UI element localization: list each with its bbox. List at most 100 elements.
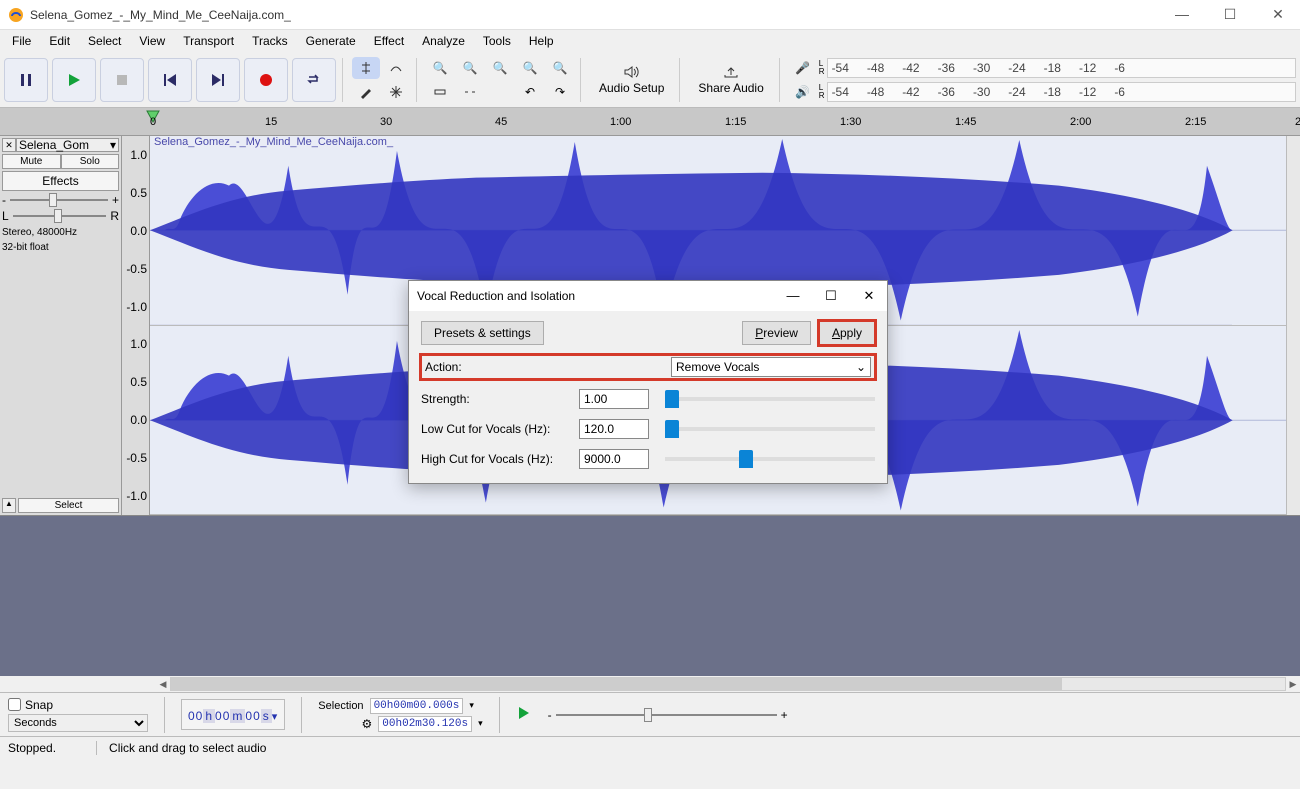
playback-meter-speaker-icon[interactable]: 🔊 [789, 81, 817, 103]
horizontal-scrollbar[interactable]: ◀ ▶ [0, 676, 1300, 692]
mute-button[interactable]: Mute [2, 154, 61, 169]
menu-tools[interactable]: Tools [475, 32, 519, 50]
meters-panel: 🎤 LR -54-48-42-36-30-24-18-12-6 🔊 LR -54… [789, 57, 1296, 103]
strength-input[interactable] [579, 389, 649, 409]
multi-tool[interactable] [382, 81, 410, 103]
edit-tools [352, 57, 410, 103]
highcut-slider[interactable] [665, 457, 875, 461]
selection-start-field[interactable]: 00h00m00.000s [370, 698, 464, 714]
spacer [486, 81, 514, 103]
fit-project-button[interactable]: 🔍 [516, 57, 544, 79]
vertical-scrollbar[interactable] [1286, 136, 1300, 515]
time-position-display[interactable]: 00h00m00s▾ [181, 699, 285, 730]
zoom-toggle-button[interactable]: 🔍 [546, 57, 574, 79]
envelope-tool[interactable] [382, 57, 410, 79]
highcut-input[interactable] [579, 449, 649, 469]
menu-edit[interactable]: Edit [41, 32, 78, 50]
timeline-tick: 1:30 [840, 116, 861, 128]
track-control-panel: ✕ Selena_Gom▾ Mute Solo Effects -+ LR St… [0, 136, 122, 515]
pan-slider[interactable]: LR [2, 209, 119, 223]
record-meter-mic-icon[interactable]: 🎤 [789, 57, 817, 79]
trim-button[interactable] [426, 81, 454, 103]
window-maximize-button[interactable]: ☐ [1216, 6, 1244, 23]
selection-label: Selection [318, 700, 363, 712]
action-dropdown[interactable]: Remove Vocals⌄ [671, 357, 871, 377]
timeline-ruler[interactable]: 01530451:001:151:301:452:002:152:30 [0, 108, 1300, 136]
selection-end-field[interactable]: 00h02m30.120s [378, 716, 472, 732]
playback-meter[interactable]: -54-48-42-36-30-24-18-12-6 [827, 82, 1296, 102]
recording-meter[interactable]: -54-48-42-36-30-24-18-12-6 [827, 58, 1296, 78]
record-button[interactable] [244, 58, 288, 102]
timeline-tick: 1:15 [725, 116, 746, 128]
gear-icon[interactable]: ⚙ [318, 717, 372, 731]
lowcut-label: Low Cut for Vocals (Hz): [421, 422, 571, 436]
dialog-close-button[interactable]: ✕ [859, 288, 879, 304]
loop-button[interactable] [292, 58, 336, 102]
presets-settings-button[interactable]: Presets & settings [421, 321, 544, 345]
solo-button[interactable]: Solo [61, 154, 120, 169]
vocal-reduction-dialog: Vocal Reduction and Isolation — ☐ ✕ Pres… [408, 280, 888, 484]
menu-tracks[interactable]: Tracks [244, 32, 296, 50]
timeline-tick: 2:00 [1070, 116, 1091, 128]
zoom-out-button[interactable]: 🔍 [456, 57, 484, 79]
selection-tool[interactable] [352, 57, 380, 79]
menu-view[interactable]: View [131, 32, 173, 50]
share-audio-button[interactable]: Share Audio [689, 58, 772, 102]
menu-transport[interactable]: Transport [175, 32, 242, 50]
stop-button[interactable] [100, 58, 144, 102]
strength-slider[interactable] [665, 397, 875, 401]
track-name-dropdown[interactable]: Selena_Gom▾ [16, 138, 119, 152]
play-at-speed-button[interactable] [516, 705, 532, 724]
skip-start-button[interactable] [148, 58, 192, 102]
undo-button[interactable]: ↶ [516, 81, 544, 103]
audio-setup-button[interactable]: Audio Setup [590, 58, 673, 102]
play-button[interactable] [52, 58, 96, 102]
timeline-tick: 1:45 [955, 116, 976, 128]
silence-button[interactable] [456, 81, 484, 103]
menu-file[interactable]: File [4, 32, 39, 50]
snap-checkbox[interactable]: Snap [8, 698, 148, 712]
apply-button[interactable]: Apply [819, 321, 875, 345]
status-hint: Click and drag to select audio [96, 741, 266, 755]
menu-select[interactable]: Select [80, 32, 129, 50]
dialog-title: Vocal Reduction and Isolation [417, 289, 783, 303]
dialog-minimize-button[interactable]: — [783, 288, 803, 304]
window-close-button[interactable]: ✕ [1264, 6, 1292, 23]
skip-end-button[interactable] [196, 58, 240, 102]
menu-help[interactable]: Help [521, 32, 562, 50]
share-audio-label: Share Audio [698, 81, 763, 95]
audio-setup-label: Audio Setup [599, 81, 664, 95]
share-icon [722, 65, 740, 79]
gain-slider[interactable]: -+ [2, 193, 119, 207]
track-collapse-button[interactable]: ▲ [2, 498, 16, 513]
timeline-tick: 30 [380, 116, 392, 128]
track-close-button[interactable]: ✕ [2, 138, 16, 152]
lowcut-input[interactable] [579, 419, 649, 439]
track-effects-button[interactable]: Effects [2, 171, 119, 191]
app-logo-icon [8, 7, 24, 23]
main-toolbar: 🔍 🔍 🔍 🔍 🔍 ↶ ↷ Audio Setup Share Audio 🎤 … [0, 52, 1300, 108]
zoom-tools: 🔍 🔍 🔍 🔍 🔍 ↶ ↷ [426, 57, 574, 103]
menu-bar: File Edit Select View Transport Tracks G… [0, 30, 1300, 52]
lowcut-slider[interactable] [665, 427, 875, 431]
window-minimize-button[interactable]: — [1168, 6, 1196, 23]
snap-unit-select[interactable]: Seconds [8, 714, 148, 732]
draw-tool[interactable] [352, 81, 380, 103]
redo-button[interactable]: ↷ [546, 81, 574, 103]
dialog-maximize-button[interactable]: ☐ [821, 288, 841, 304]
playback-speed-slider[interactable]: -+ [548, 708, 788, 722]
strength-label: Strength: [421, 392, 571, 406]
pause-button[interactable] [4, 58, 48, 102]
menu-effect[interactable]: Effect [366, 32, 412, 50]
menu-generate[interactable]: Generate [298, 32, 364, 50]
track-select-button[interactable]: Select [18, 498, 119, 513]
timeline-tick: 0 [150, 116, 156, 128]
preview-button[interactable]: Preview [742, 321, 811, 345]
playback-state: Stopped. [8, 741, 56, 755]
timeline-tick: 2:30 [1295, 116, 1300, 128]
zoom-in-button[interactable]: 🔍 [426, 57, 454, 79]
dialog-titlebar[interactable]: Vocal Reduction and Isolation — ☐ ✕ [409, 281, 887, 311]
clip-title[interactable]: Selena_Gomez_-_My_Mind_Me_CeeNaija.com_ [152, 136, 395, 148]
menu-analyze[interactable]: Analyze [414, 32, 473, 50]
fit-selection-button[interactable]: 🔍 [486, 57, 514, 79]
